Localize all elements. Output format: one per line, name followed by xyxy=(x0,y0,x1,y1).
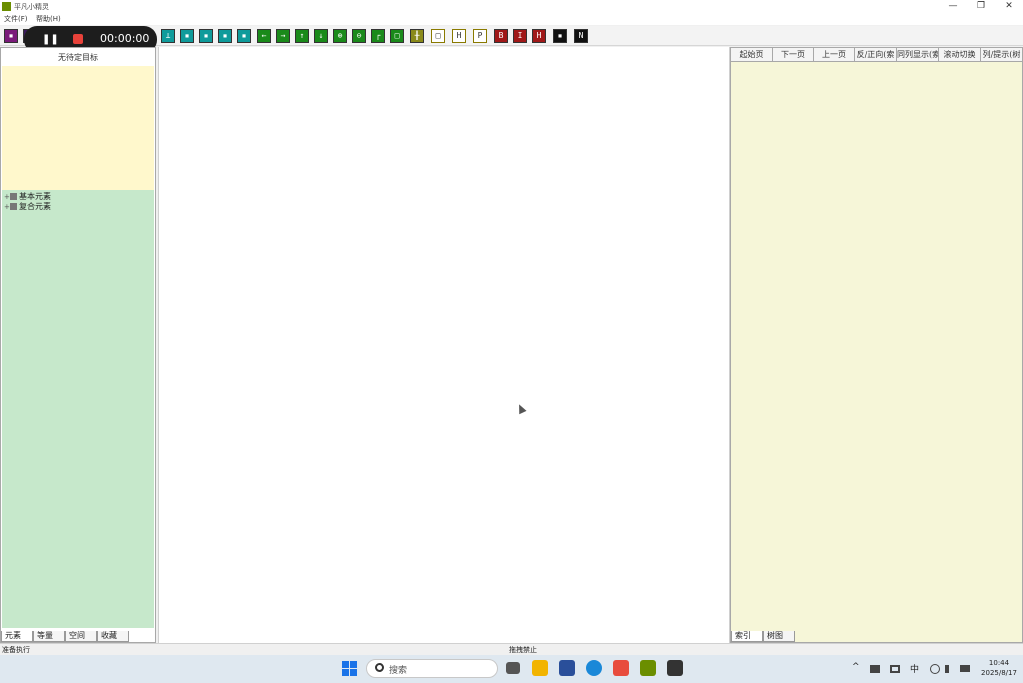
zoom-out-button[interactable]: ⊖ xyxy=(352,29,366,43)
window-title: 平凡小精灵 xyxy=(14,3,49,11)
task-view-icon[interactable] xyxy=(506,662,520,674)
arrow-left-button[interactable]: ← xyxy=(257,29,271,43)
tab-equivalence[interactable]: 等量 xyxy=(33,631,65,642)
close-button[interactable]: ✕ xyxy=(995,0,1023,13)
scroll-switch-button[interactable]: 滚动切换 xyxy=(939,48,981,62)
arrow-up-button[interactable]: ↑ xyxy=(295,29,309,43)
minimize-button[interactable]: — xyxy=(939,0,967,13)
stop-icon[interactable] xyxy=(73,34,83,44)
volume-icon[interactable] xyxy=(945,665,953,673)
same-column-button[interactable]: 同列显示(索 xyxy=(897,48,939,62)
toolbar-button-1[interactable]: ▪ xyxy=(4,29,18,43)
hint-button[interactable]: 列/提示(树 xyxy=(981,48,1022,62)
bold-button[interactable]: B xyxy=(494,29,508,43)
n-button[interactable]: N xyxy=(574,29,588,43)
tray-chevron-icon[interactable]: ^ xyxy=(852,662,860,672)
app-icon-green[interactable] xyxy=(640,660,656,676)
battery-icon[interactable] xyxy=(960,665,970,672)
canvas-area[interactable] xyxy=(158,47,730,643)
menu-help[interactable]: 帮助(H) xyxy=(36,14,61,24)
clock-date: 2025/8/17 xyxy=(981,669,1017,677)
menu-bar: 文件(F) 帮助(H) xyxy=(0,13,1023,25)
reverse-order-button[interactable]: 反/正向(索 xyxy=(855,48,897,62)
status-text: 准备执行 xyxy=(2,646,30,654)
toolbar-button-4[interactable]: ▪ xyxy=(180,29,194,43)
black-square-button[interactable]: ▪ xyxy=(553,29,567,43)
toolbar-button-7[interactable]: ▪ xyxy=(237,29,251,43)
clock-time: 10:44 xyxy=(988,659,1010,667)
next-page-button[interactable]: 下一页 xyxy=(773,48,814,62)
tab-index[interactable]: 索引 xyxy=(731,631,763,642)
h-button[interactable]: H xyxy=(452,29,466,43)
heading-button[interactable]: H xyxy=(532,29,546,43)
zoom-in-button[interactable]: ⊕ xyxy=(333,29,347,43)
right-panel: 起始页 下一页 上一页 反/正向(索 同列显示(索 滚动切换 列/提示(树 索引… xyxy=(730,47,1023,643)
chart-app-icon[interactable] xyxy=(559,660,575,676)
right-tabs: 索引 树图 xyxy=(731,631,1022,643)
mouse-cursor-icon xyxy=(515,402,527,415)
search-placeholder: 搜索 xyxy=(389,666,408,676)
status-bar: 准备执行 拖拽禁止 xyxy=(0,643,1023,655)
element-tree: + 基本元素 + 复合元素 xyxy=(2,190,154,628)
globe-icon[interactable] xyxy=(930,664,940,674)
network-icon[interactable] xyxy=(870,665,880,673)
taskbar: 搜索 ^ 中 10:44 2025/8/17 xyxy=(0,655,1023,683)
app-window: 平凡小精灵 — ❐ ✕ 文件(F) 帮助(H) ▪ ▪ ⊥ ▪ ▪ ▪ ▪ ← … xyxy=(0,0,1023,655)
p-button[interactable]: P xyxy=(473,29,487,43)
windows-start-icon[interactable] xyxy=(342,661,357,676)
folder-icon xyxy=(10,203,17,210)
toolbar-button-6[interactable]: ▪ xyxy=(218,29,232,43)
taskbar-clock[interactable]: 10:44 2025/8/17 xyxy=(978,658,1020,678)
search-icon xyxy=(375,663,384,672)
switch-icon[interactable] xyxy=(890,665,900,673)
tree-item-label: 基本元素 xyxy=(19,192,51,201)
recording-timer: 00:00:00 xyxy=(100,32,150,45)
folder-icon xyxy=(10,193,17,200)
left-panel: 无待定目标 + 基本元素 + 复合元素 元素 等量 空间 收藏 xyxy=(0,47,156,643)
tab-space[interactable]: 空间 xyxy=(65,631,97,642)
toolbar-button-5[interactable]: ▪ xyxy=(199,29,213,43)
grid-button[interactable]: ╫ xyxy=(410,29,424,43)
frame-button[interactable]: □ xyxy=(390,29,404,43)
tab-elements[interactable]: 元素 xyxy=(1,631,33,642)
left-tabs: 元素 等量 空间 收藏 xyxy=(1,631,155,643)
tab-tree-view[interactable]: 树图 xyxy=(763,631,795,642)
arrow-down-button[interactable]: ↓ xyxy=(314,29,328,43)
pause-icon[interactable]: ❚❚ xyxy=(42,33,59,46)
tree-item[interactable]: + 复合元素 xyxy=(4,201,51,212)
target-area xyxy=(2,66,154,190)
menu-file[interactable]: 文件(F) xyxy=(4,14,28,24)
drag-status: 拖拽禁止 xyxy=(509,646,537,654)
prev-page-button[interactable]: 上一页 xyxy=(814,48,855,62)
taskbar-search[interactable]: 搜索 xyxy=(366,659,498,678)
corner-button[interactable]: ┌ xyxy=(371,29,385,43)
first-page-button[interactable]: 起始页 xyxy=(731,48,773,62)
tree-item-label: 复合元素 xyxy=(19,202,51,211)
box-button[interactable]: □ xyxy=(431,29,445,43)
target-title: 无待定目标 xyxy=(58,53,98,62)
ime-indicator[interactable]: 中 xyxy=(910,662,919,675)
italic-button[interactable]: I xyxy=(513,29,527,43)
toolbar-button-3[interactable]: ⊥ xyxy=(161,29,175,43)
tab-favorites[interactable]: 收藏 xyxy=(97,631,129,642)
camera-app-icon[interactable] xyxy=(667,660,683,676)
right-panel-header: 起始页 下一页 上一页 反/正向(索 同列显示(索 滚动切换 列/提示(树 xyxy=(731,48,1022,62)
title-bar: 平凡小精灵 — ❐ ✕ xyxy=(0,0,1023,13)
app-icon-red[interactable] xyxy=(613,660,629,676)
restore-button[interactable]: ❐ xyxy=(967,0,995,13)
edge-browser-icon[interactable] xyxy=(586,660,602,676)
file-explorer-icon[interactable] xyxy=(532,660,548,676)
arrow-right-button[interactable]: → xyxy=(276,29,290,43)
app-logo-icon xyxy=(2,2,11,11)
